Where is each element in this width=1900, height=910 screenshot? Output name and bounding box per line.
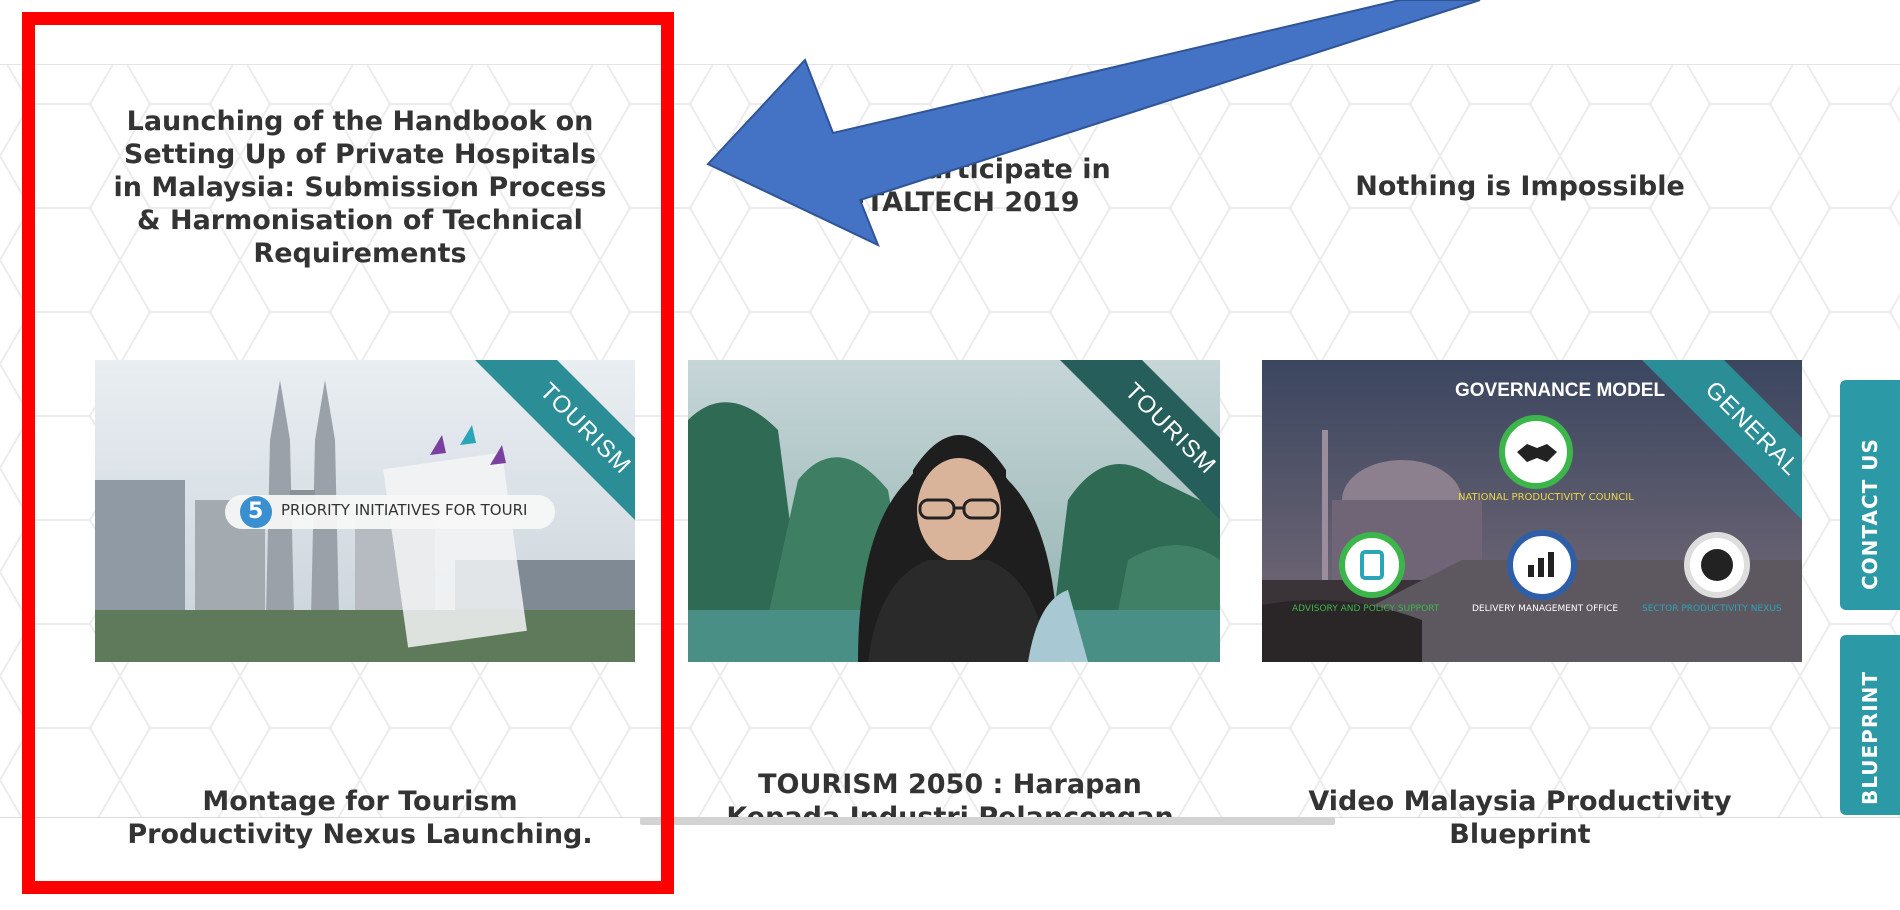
video-caption-tourism-montage[interactable]: Montage for Tourism Productivity Nexus L… [110, 785, 610, 851]
node-sector-productivity-nexus: SECTOR PRODUCTIVITY NEXUS [1642, 604, 1782, 614]
governance-model-title: GOVERNANCE MODEL [1455, 380, 1666, 401]
contact-us-label: CONTACT US [1858, 438, 1882, 590]
section-top-divider [0, 64, 1900, 65]
card-title-nothing-impossible[interactable]: Nothing is Impossible [1270, 170, 1770, 203]
video-thumbnail-productivity-blueprint[interactable]: GOVERNANCE MODEL NATIONAL PRODUCTIVITY C… [1262, 360, 1802, 662]
blueprint-label: BLUEPRINT [1858, 670, 1882, 805]
priority-initiatives-text: PRIORITY INITIATIVES FOR TOURI [281, 501, 528, 519]
contact-us-tab[interactable]: CONTACT US [1840, 380, 1900, 610]
node-advisory-policy-support: ADVISORY AND POLICY SUPPORT [1292, 604, 1440, 614]
card-title-handbook[interactable]: Launching of the Handbook on Setting Up … [110, 105, 610, 270]
priority-number: 5 [248, 499, 264, 524]
video-caption-productivity-blueprint[interactable]: Video Malaysia Productivity Blueprint [1270, 785, 1770, 851]
node-delivery-management-office: DELIVERY MANAGEMENT OFFICE [1472, 604, 1619, 614]
video-thumbnail-tourism-montage[interactable]: 5 PRIORITY INITIATIVES FOR TOURI TOURISM [95, 360, 635, 662]
blueprint-tab[interactable]: BLUEPRINT [1840, 635, 1900, 815]
card-title-metaltech[interactable]: MPC to Participate in METALTECH 2019 [700, 153, 1200, 219]
video-caption-tourism-2050[interactable]: TOURISM 2050 : Harapan Kepada Industri P… [700, 768, 1200, 817]
video-thumbnail-tourism-2050[interactable]: TOURISM [688, 360, 1220, 662]
node-national-productivity-council: NATIONAL PRODUCTIVITY COUNCIL [1458, 492, 1634, 503]
horizontal-scrollbar-thumb[interactable] [640, 817, 1335, 825]
